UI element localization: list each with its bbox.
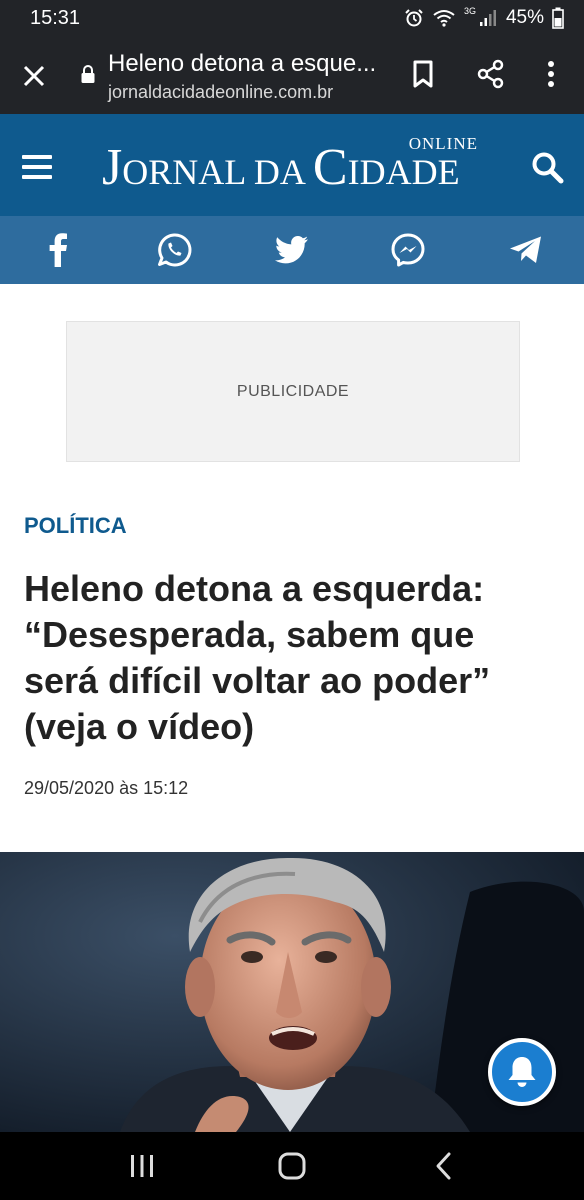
headline-line: (veja o vídeo) <box>24 706 255 747</box>
whatsapp-icon[interactable] <box>156 232 192 268</box>
status-time: 15:31 <box>30 7 81 29</box>
article-headline: Heleno detona a esquerda: “Desesperada, … <box>24 566 564 750</box>
ad-placeholder: PUBLICIDADE <box>66 321 520 462</box>
status-bar: 15:31 3G 45% <box>0 0 584 36</box>
notification-bell-button[interactable] <box>488 1038 556 1106</box>
site-header: ONLINE JORNAL DA CIDADE <box>0 114 584 216</box>
more-options-icon[interactable] <box>536 58 566 90</box>
close-icon[interactable] <box>20 62 48 90</box>
headline-line: será difícil voltar ao poder” <box>24 660 491 701</box>
share-icon[interactable] <box>476 58 506 90</box>
twitter-icon[interactable] <box>274 232 310 268</box>
recent-apps-icon[interactable] <box>126 1150 158 1182</box>
logo-wordmark: JORNAL DA CIDADE <box>102 139 460 196</box>
messenger-icon[interactable] <box>390 232 426 268</box>
bookmark-icon[interactable] <box>408 58 438 90</box>
signal-icon <box>479 10 496 26</box>
wifi-icon <box>433 10 455 27</box>
article-category[interactable]: POLÍTICA <box>24 513 127 539</box>
lock-icon <box>81 65 95 83</box>
back-icon[interactable] <box>428 1150 460 1182</box>
telegram-icon[interactable] <box>508 232 544 268</box>
share-bar <box>0 216 584 284</box>
ad-label: PUBLICIDADE <box>236 382 350 400</box>
status-icons: 3G 45% <box>404 6 564 30</box>
site-logo[interactable]: ONLINE JORNAL DA CIDADE <box>102 134 482 204</box>
browser-toolbar: Heleno detona a esque... jornaldacidadeo… <box>0 36 584 114</box>
menu-icon[interactable] <box>22 155 52 179</box>
headline-line: Heleno detona a esquerda: <box>24 568 485 609</box>
article-date: 29/05/2020 às 15:12 <box>24 778 189 798</box>
battery-level: 45% <box>505 7 544 28</box>
network-type: 3G <box>463 6 476 16</box>
system-nav-bar <box>0 1132 584 1200</box>
facebook-icon[interactable] <box>40 232 76 268</box>
page-title: Heleno detona a esque... <box>108 50 377 77</box>
page-url[interactable]: jornaldacidadeonline.com.br <box>108 82 333 103</box>
headline-line: “Desesperada, sabem que <box>24 614 475 655</box>
home-icon[interactable] <box>276 1150 308 1182</box>
search-icon[interactable] <box>530 150 564 184</box>
bell-icon <box>508 1057 536 1087</box>
alarm-icon <box>405 9 423 27</box>
battery-icon <box>552 7 564 29</box>
